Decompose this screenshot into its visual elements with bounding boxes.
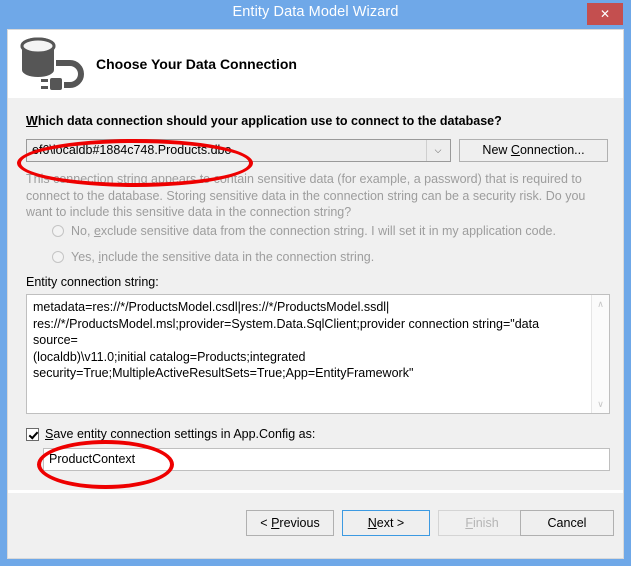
previous-button[interactable]: < Previous: [246, 510, 334, 536]
save-settings-label: Save entity connection settings in App.C…: [45, 427, 315, 441]
radio-exclude-label: No, exclude sensitive data from the conn…: [71, 224, 556, 238]
save-settings-checkbox[interactable]: [26, 428, 39, 441]
database-connection-icon: [18, 36, 90, 94]
context-name-input[interactable]: ProductContext: [43, 448, 610, 471]
scroll-up-icon[interactable]: ∧: [592, 297, 609, 311]
next-post: ext >: [376, 516, 405, 530]
entity-connection-string-value: metadata=res://*/ProductsModel.csdl|res:…: [33, 300, 540, 380]
entity-connection-string-scrollbar[interactable]: ∧ ∨: [591, 295, 609, 413]
previous-post: revious: [279, 516, 320, 530]
new-connection-pre: New: [482, 143, 511, 157]
connection-combobox-value: ef6\localdb#1884c748.Products.dbo: [32, 143, 232, 157]
radio-include-mark[interactable]: [52, 251, 64, 263]
radio-exclude-mark[interactable]: [52, 225, 64, 237]
entity-data-model-wizard-window: Entity Data Model Wizard ✕ Choose Your D…: [0, 0, 631, 566]
radio-exclude-post: xclude sensitive data from the connectio…: [100, 224, 556, 238]
new-connection-post: onnection...: [519, 143, 585, 157]
connection-question-accel: W: [26, 114, 38, 128]
finish-button: Finish: [438, 510, 526, 536]
cancel-post: Cancel: [547, 516, 587, 530]
entity-connection-string-label: Entity connection string:: [26, 275, 159, 289]
footer-separator: [8, 490, 623, 493]
radio-exclude-pre: No,: [71, 224, 94, 238]
radio-include-post: nclude the sensitive data in the connect…: [101, 250, 375, 264]
wizard-header: Choose Your Data Connection: [7, 29, 624, 98]
finish-accel: F: [465, 516, 473, 530]
new-connection-button[interactable]: New Connection...: [459, 139, 608, 162]
wizard-body: Which data connection should your applic…: [7, 98, 624, 490]
scroll-down-icon[interactable]: ∨: [592, 397, 609, 411]
entity-connection-string-textarea[interactable]: metadata=res://*/ProductsModel.csdl|res:…: [26, 294, 610, 414]
radio-include-pre: Yes,: [71, 250, 99, 264]
chevron-down-icon[interactable]: ⌵: [426, 140, 449, 161]
finish-post: inish: [472, 516, 499, 530]
page-title: Choose Your Data Connection: [96, 56, 297, 72]
titlebar: Entity Data Model Wizard ✕: [0, 0, 631, 29]
next-button[interactable]: Next >: [342, 510, 430, 536]
context-name-value: ProductContext: [49, 452, 136, 466]
save-settings-post: ave entity connection settings in App.Co…: [53, 427, 316, 441]
window-title: Entity Data Model Wizard: [232, 4, 399, 20]
close-icon[interactable]: ✕: [587, 3, 623, 25]
wizard-footer: < Previous Next > Finish Cancel: [7, 490, 624, 559]
radio-include-label: Yes, include the sensitive data in the c…: [71, 250, 374, 264]
connection-combobox[interactable]: ef6\localdb#1884c748.Products.dbo ⌵: [26, 139, 451, 162]
connection-question-rest: hich data connection should your applica…: [37, 114, 502, 128]
previous-pre: <: [260, 516, 272, 530]
connection-question-label: Which data connection should your applic…: [26, 114, 502, 128]
cancel-button[interactable]: Cancel: [520, 510, 614, 536]
next-accel: N: [367, 516, 377, 530]
sensitive-data-note: This connection string appears to contai…: [26, 172, 586, 219]
radio-exclude-accel: e: [93, 224, 101, 238]
new-connection-accel: C: [510, 143, 520, 157]
